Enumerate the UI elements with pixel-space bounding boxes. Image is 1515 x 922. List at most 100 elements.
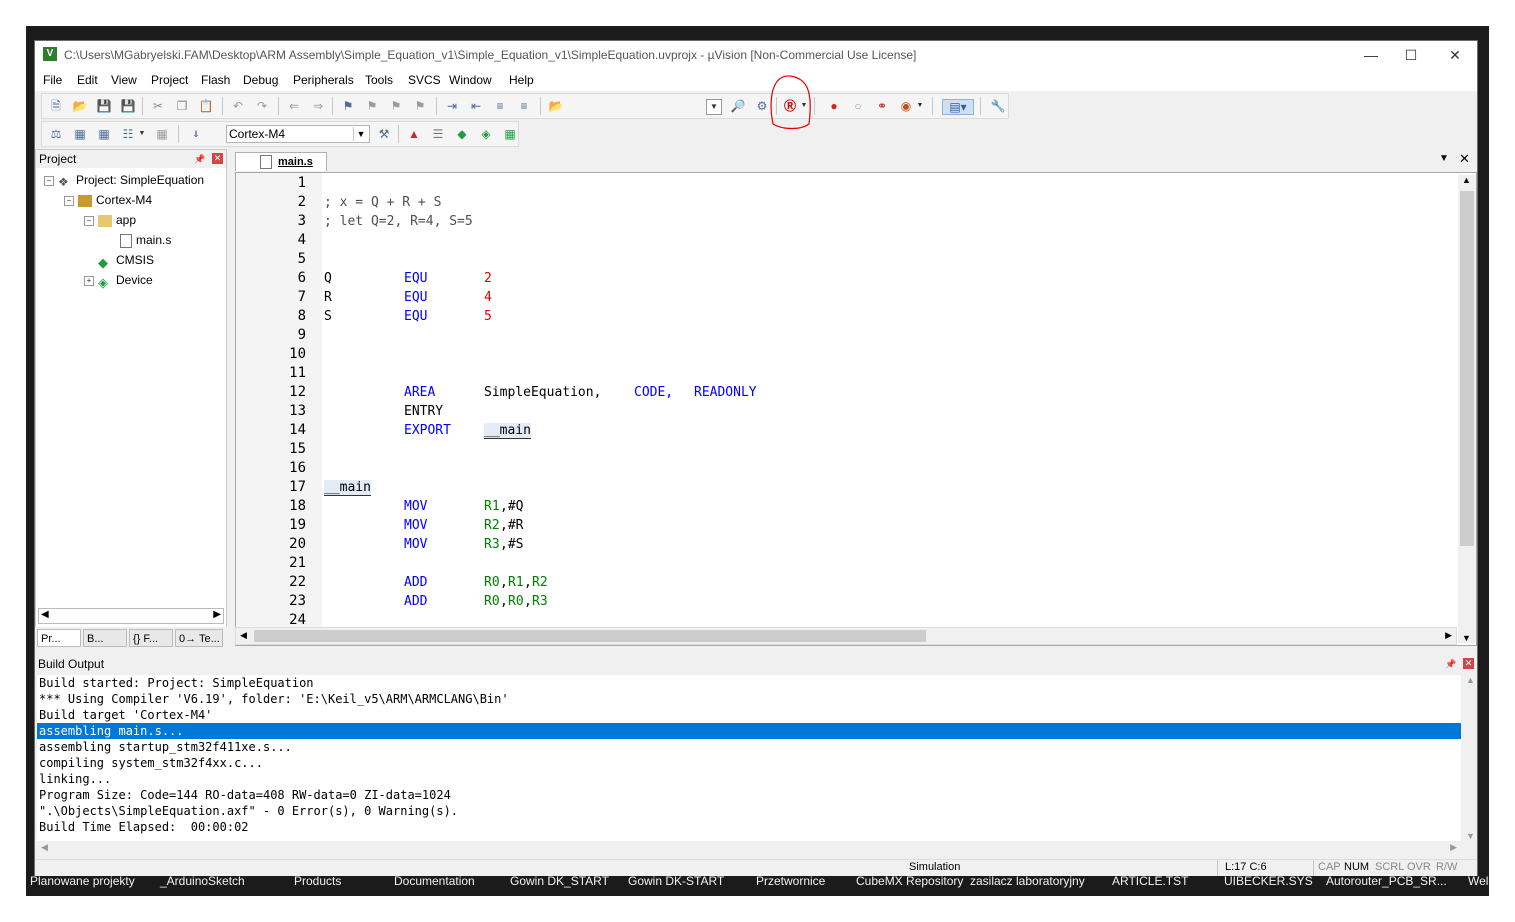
bookmark-icon[interactable]: ⚑ — [340, 99, 356, 113]
select-packs-icon[interactable]: ☰ — [430, 127, 446, 141]
manage-rte-icon[interactable]: ◆ — [454, 127, 470, 141]
close-icon[interactable]: ✕ — [1463, 658, 1474, 669]
menu-window[interactable]: Window — [449, 73, 492, 87]
desktop-label[interactable]: Autorouter_PCB_SR... — [1326, 874, 1447, 888]
options-for-target-icon[interactable]: ⚒ — [376, 127, 392, 141]
scroll-left-icon[interactable]: ◀ — [240, 630, 247, 641]
tree-item-file[interactable]: main.s — [120, 233, 171, 248]
undo-icon[interactable]: ↶ — [230, 99, 246, 113]
menu-peripherals[interactable]: Peripherals — [293, 73, 354, 87]
editor-vertical-scrollbar[interactable]: ▲ ▼ — [1458, 175, 1476, 643]
project-horizontal-scrollbar[interactable]: ◀ ▶ — [38, 608, 224, 624]
chevron-down-icon[interactable]: ▼ — [706, 99, 722, 115]
menu-project[interactable]: Project — [151, 73, 188, 87]
scroll-down-icon[interactable]: ▼ — [1462, 633, 1471, 643]
desktop-label[interactable]: Gowin DK_START — [510, 874, 609, 888]
insert-breakpoint-icon[interactable]: ● — [826, 99, 842, 113]
comment-icon[interactable]: ≡ — [492, 99, 508, 113]
collapse-icon[interactable]: − — [64, 196, 74, 206]
indent-icon[interactable]: ⇥ — [444, 99, 460, 113]
desktop-label[interactable]: Gowin DK-START — [628, 874, 724, 888]
tab-templates[interactable]: 0→ Te... — [175, 629, 223, 647]
manage-project-items-icon[interactable]: ▲ — [406, 127, 422, 141]
next-bookmark-icon[interactable]: ⚑ — [388, 99, 404, 113]
tree-item-cmsis[interactable]: ◆ CMSIS — [98, 253, 154, 270]
tree-item-project[interactable]: ❖ Project: SimpleEquation — [58, 173, 204, 189]
tab-main-s[interactable]: main.s — [235, 152, 327, 171]
new-file-icon[interactable]: 🗎 — [48, 99, 64, 113]
chevron-down-icon[interactable]: ▼ — [1439, 153, 1449, 164]
menu-svcs[interactable]: SVCS — [408, 73, 441, 87]
desktop-label[interactable]: _ArduinoSketch — [160, 874, 245, 888]
disable-all-breakpoints-icon[interactable]: ⚭ — [874, 99, 890, 113]
menu-edit[interactable]: Edit — [77, 73, 98, 87]
close-icon[interactable]: ✕ — [1459, 151, 1470, 167]
translate-icon[interactable]: ⚖ — [48, 127, 64, 141]
desktop-label[interactable]: Products — [294, 874, 341, 888]
enable-breakpoint-icon[interactable]: ○ — [850, 99, 866, 113]
pack-installer-icon[interactable]: ◈ — [478, 127, 494, 141]
menu-tools[interactable]: Tools — [365, 73, 393, 87]
prev-bookmark-icon[interactable]: ⚑ — [364, 99, 380, 113]
scroll-up-icon[interactable]: ▲ — [1466, 675, 1475, 685]
title-bar[interactable]: V C:\Users\MGabryelski.FAM\Desktop\ARM A… — [35, 41, 1477, 69]
build-output-pane[interactable]: Build started: Project: SimpleEquation *… — [37, 675, 1461, 841]
chevron-down-icon[interactable]: ▼ — [138, 127, 146, 141]
window-layout-icon[interactable]: ▤▾ — [942, 99, 974, 115]
scrollbar-thumb[interactable] — [254, 630, 926, 642]
pin-icon[interactable]: 📌 — [194, 150, 205, 168]
configuration-wrench-icon[interactable]: 🔧 — [990, 99, 1006, 113]
desktop-label[interactable]: Wel — [1468, 874, 1488, 888]
stop-build-icon[interactable]: ▦ — [154, 127, 170, 141]
uncomment-icon[interactable]: ≡ — [516, 99, 532, 113]
expand-icon[interactable]: + — [84, 276, 94, 286]
clear-bookmarks-icon[interactable]: ⚑ — [412, 99, 428, 113]
build-icon[interactable]: ▦ — [72, 127, 88, 141]
save-all-icon[interactable]: 💾 — [120, 99, 136, 113]
menu-debug[interactable]: Debug — [243, 73, 278, 87]
scroll-right-icon[interactable]: ▶ — [1450, 842, 1457, 853]
incremental-find-icon[interactable]: 🔎 — [730, 99, 746, 113]
kill-all-breakpoints-icon[interactable]: ◉ — [898, 99, 914, 113]
scroll-down-icon[interactable]: ▼ — [1466, 831, 1475, 841]
cut-icon[interactable]: ✂ — [150, 99, 166, 113]
tab-project[interactable]: Pr... — [37, 629, 81, 647]
navigate-forward-icon[interactable]: ⇒ — [310, 99, 326, 113]
scroll-left-icon[interactable]: ◀ — [41, 609, 49, 620]
open-folder-icon[interactable]: 📂 — [72, 99, 88, 113]
pack-update-icon[interactable]: ▦ — [502, 127, 518, 141]
build-output-line-selected[interactable]: assembling main.s... — [37, 723, 1461, 739]
rebuild-icon[interactable]: ▦ — [96, 127, 112, 141]
menu-help[interactable]: Help — [509, 73, 534, 87]
find-in-files-icon[interactable]: 📂 — [548, 99, 564, 113]
minimize-icon[interactable]: — — [1351, 44, 1391, 66]
copy-icon[interactable]: ❐ — [174, 99, 190, 113]
maximize-icon[interactable]: ☐ — [1391, 44, 1431, 66]
tree-item-group[interactable]: app — [98, 213, 136, 227]
tab-books[interactable]: B... — [83, 629, 127, 647]
tree-item-target[interactable]: Cortex-M4 — [78, 193, 152, 207]
scroll-left-icon[interactable]: ◀ — [41, 842, 48, 853]
tab-functions[interactable]: {} F... — [129, 629, 173, 647]
batch-build-icon[interactable]: ☷ — [120, 127, 136, 141]
pin-icon[interactable]: 📌 — [1445, 655, 1456, 673]
close-icon[interactable]: ✕ — [1435, 44, 1475, 66]
unindent-icon[interactable]: ⇤ — [468, 99, 484, 113]
scroll-right-icon[interactable]: ▶ — [1445, 630, 1452, 641]
collapse-icon[interactable]: − — [84, 216, 94, 226]
desktop-label[interactable]: zasilacz laboratoryjny — [970, 874, 1085, 888]
paste-icon[interactable]: 📋 — [198, 99, 214, 113]
chevron-down-icon[interactable]: ▼ — [916, 99, 924, 113]
menu-view[interactable]: View — [111, 73, 137, 87]
scroll-up-icon[interactable]: ▲ — [1462, 175, 1471, 185]
menu-flash[interactable]: Flash — [201, 73, 230, 87]
build-output-horizontal-scrollbar[interactable]: ◀ ▶ — [37, 841, 1461, 855]
desktop-label[interactable]: CubeMX Repository — [856, 874, 963, 888]
redo-icon[interactable]: ↷ — [254, 99, 270, 113]
download-icon[interactable]: ⇓ — [188, 127, 204, 141]
desktop-label[interactable]: UIBECKER.SYS — [1224, 874, 1313, 888]
menu-file[interactable]: File — [43, 73, 62, 87]
desktop-label[interactable]: Documentation — [394, 874, 475, 888]
collapse-icon[interactable]: − — [44, 176, 54, 186]
code-editor[interactable]: 1 2 3 4 5 6 7 8 9 10 11 12 13 14 15 16 17 18 19 20 21 22 23 24 … — [235, 172, 1477, 646]
